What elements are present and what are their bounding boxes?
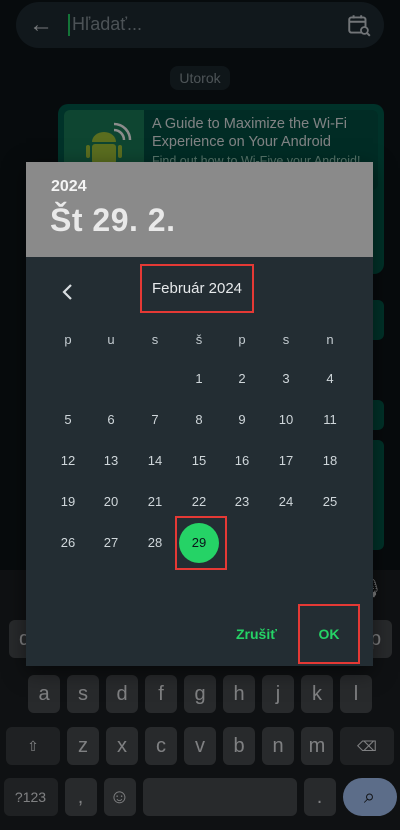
calendar-day[interactable]: 18 <box>308 453 352 468</box>
calendar-day[interactable]: 4 <box>308 371 352 386</box>
previous-month-button[interactable] <box>56 278 80 306</box>
calendar-day[interactable]: 19 <box>46 494 90 509</box>
calendar-day[interactable]: 27 <box>89 535 133 550</box>
month-year-label[interactable]: Február 2024 <box>140 264 254 313</box>
calendar-day[interactable]: 3 <box>264 371 308 386</box>
cancel-button[interactable]: Zrušiť <box>236 626 277 642</box>
weekday-label: u <box>107 332 115 347</box>
ok-button[interactable]: OK <box>298 604 360 664</box>
chevron-left-icon <box>62 284 72 300</box>
calendar-day[interactable]: 20 <box>89 494 133 509</box>
calendar-day[interactable]: 16 <box>220 453 264 468</box>
calendar-day[interactable]: 5 <box>46 412 90 427</box>
calendar-day[interactable]: 9 <box>220 412 264 427</box>
date-picker-header: 2024 Št 29. 2. <box>26 162 373 257</box>
calendar-day[interactable]: 21 <box>133 494 177 509</box>
calendar-day[interactable]: 22 <box>177 494 221 509</box>
calendar-day-selected[interactable]: 29 <box>179 523 219 563</box>
calendar-day[interactable]: 23 <box>220 494 264 509</box>
calendar-day[interactable]: 15 <box>177 453 221 468</box>
screen: ← Hľadať... Utorok A Guide to Maximize t… <box>0 0 400 830</box>
calendar-day[interactable]: 1 <box>177 371 221 386</box>
calendar-day[interactable]: 26 <box>46 535 90 550</box>
calendar-day[interactable]: 2 <box>220 371 264 386</box>
weekday-label: n <box>326 332 334 347</box>
calendar-day[interactable]: 24 <box>264 494 308 509</box>
calendar-day[interactable]: 7 <box>133 412 177 427</box>
weekday-label: s <box>282 332 290 347</box>
selected-date-label: Št 29. 2. <box>50 202 176 238</box>
calendar-day[interactable]: 12 <box>46 453 90 468</box>
weekday-label: p <box>64 332 72 347</box>
calendar-day[interactable]: 11 <box>308 412 352 427</box>
calendar-day[interactable]: 17 <box>264 453 308 468</box>
calendar-day[interactable]: 28 <box>133 535 177 550</box>
calendar-day[interactable]: 6 <box>89 412 133 427</box>
weekday-label: p <box>238 332 246 347</box>
weekday-label: s <box>151 332 159 347</box>
date-picker-dialog: 2024 Št 29. 2. Február 2024 Zrušiť OK pu… <box>26 162 373 666</box>
year-label[interactable]: 2024 <box>51 178 87 196</box>
calendar-day[interactable]: 10 <box>264 412 308 427</box>
calendar-day[interactable]: 13 <box>89 453 133 468</box>
calendar-day[interactable]: 8 <box>177 412 221 427</box>
calendar-day[interactable]: 14 <box>133 453 177 468</box>
weekday-label: š <box>195 332 203 347</box>
calendar-day[interactable]: 25 <box>308 494 352 509</box>
